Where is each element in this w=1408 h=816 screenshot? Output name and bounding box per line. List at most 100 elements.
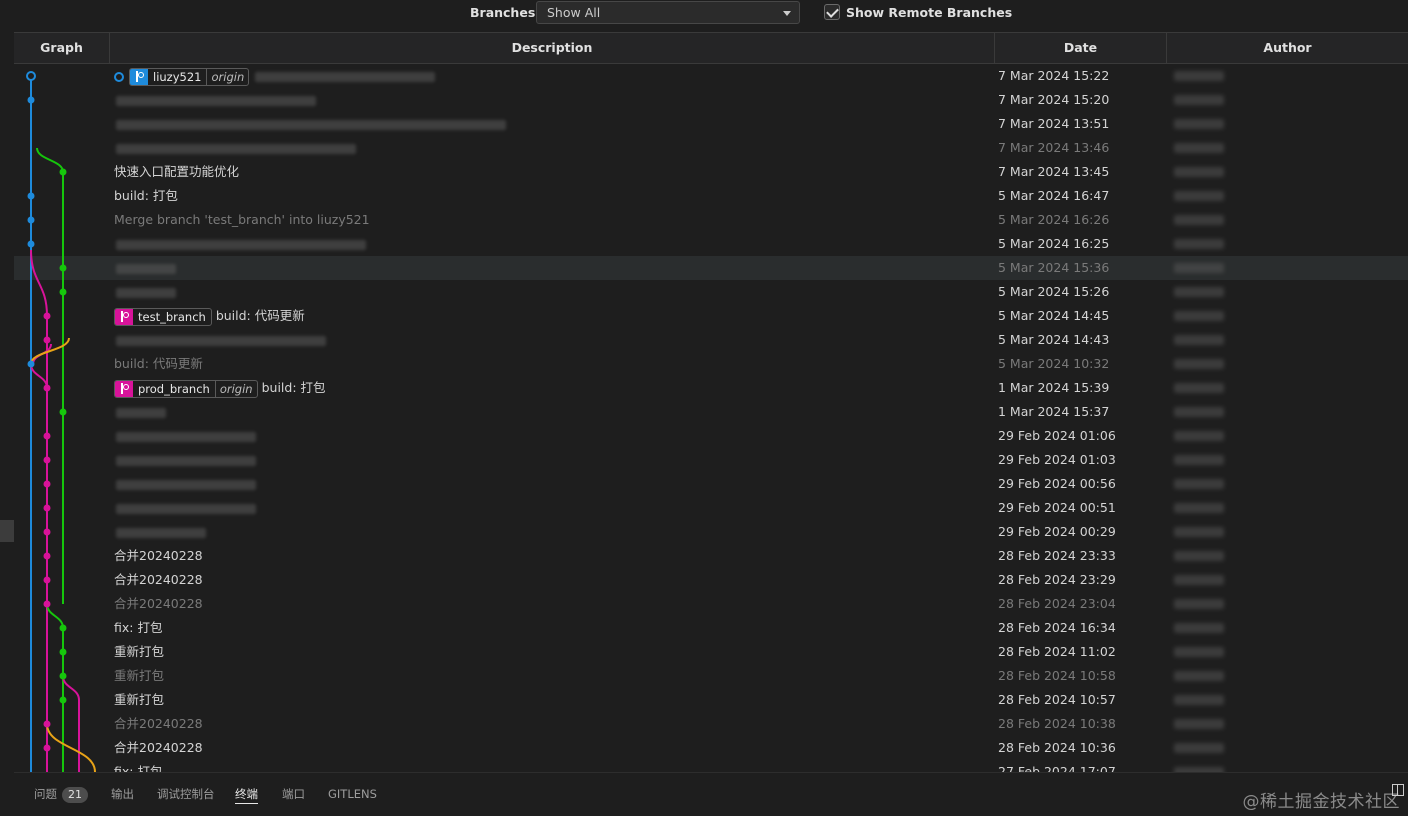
commit-row[interactable]: 合并20240228 28 Feb 2024 10:38 bbox=[14, 712, 1408, 736]
branch-badge[interactable]: prod_branch origin bbox=[114, 379, 258, 398]
commit-node[interactable] bbox=[43, 720, 51, 728]
commit-row[interactable]: 重新打包 28 Feb 2024 10:57 bbox=[14, 688, 1408, 712]
commit-node[interactable] bbox=[43, 528, 51, 536]
commit-node[interactable] bbox=[27, 216, 35, 224]
redacted-message bbox=[116, 407, 166, 418]
lane-magenta-merge-2 bbox=[30, 363, 48, 389]
commit-row[interactable]: 29 Feb 2024 01:03 bbox=[14, 448, 1408, 472]
commit-row[interactable]: build: 打包 5 Mar 2024 16:47 bbox=[14, 184, 1408, 208]
redacted-message bbox=[255, 71, 436, 82]
commit-row[interactable]: 1 Mar 2024 15:37 bbox=[14, 400, 1408, 424]
commit-date: 5 Mar 2024 14:45 bbox=[998, 308, 1110, 323]
commit-node[interactable] bbox=[27, 240, 35, 248]
show-remote-branches-checkbox[interactable] bbox=[824, 4, 840, 20]
commit-node[interactable] bbox=[43, 456, 51, 464]
commit-row[interactable]: test_branch build: 代码更新 5 Mar 2024 14:45 bbox=[14, 304, 1408, 328]
commit-node[interactable] bbox=[43, 552, 51, 560]
redacted-author bbox=[1174, 671, 1224, 681]
commit-row[interactable]: liuzy521 origin 7 Mar 2024 15:22 bbox=[14, 64, 1408, 88]
commit-node[interactable] bbox=[43, 480, 51, 488]
commit-node[interactable] bbox=[27, 96, 35, 104]
commit-row[interactable]: 合并20240228 28 Feb 2024 23:29 bbox=[14, 568, 1408, 592]
commit-description bbox=[114, 112, 506, 136]
commit-node[interactable] bbox=[43, 600, 51, 608]
commit-row[interactable]: 重新打包 28 Feb 2024 11:02 bbox=[14, 640, 1408, 664]
remote-origin-label: origin bbox=[206, 68, 248, 85]
commit-description: 快速入口配置功能优化 bbox=[114, 160, 239, 184]
commit-row[interactable]: 29 Feb 2024 00:56 bbox=[14, 472, 1408, 496]
commit-node[interactable] bbox=[43, 384, 51, 392]
column-header-description[interactable]: Description bbox=[110, 33, 995, 63]
lane-magenta-lower bbox=[62, 675, 80, 701]
column-header-date[interactable]: Date bbox=[995, 33, 1167, 63]
branches-dropdown[interactable]: Show All bbox=[536, 1, 800, 24]
redacted-author bbox=[1174, 239, 1224, 249]
branch-badge[interactable]: liuzy521 origin bbox=[129, 67, 250, 86]
commit-row[interactable]: 7 Mar 2024 13:46 bbox=[14, 136, 1408, 160]
show-remote-branches-label[interactable]: Show Remote Branches bbox=[846, 5, 1012, 20]
commit-row[interactable]: 5 Mar 2024 16:25 bbox=[14, 232, 1408, 256]
commit-row[interactable]: Merge branch 'test_branch' into liuzy521… bbox=[14, 208, 1408, 232]
commit-row[interactable]: 29 Feb 2024 01:06 bbox=[14, 424, 1408, 448]
commit-description bbox=[114, 256, 176, 280]
commit-date: 29 Feb 2024 01:06 bbox=[998, 428, 1116, 443]
column-header-graph[interactable]: Graph bbox=[14, 33, 110, 63]
commit-node[interactable] bbox=[43, 312, 51, 320]
commit-node[interactable] bbox=[26, 71, 36, 81]
commit-node[interactable] bbox=[43, 744, 51, 752]
commit-node[interactable] bbox=[59, 288, 67, 296]
commit-date: 5 Mar 2024 16:25 bbox=[998, 236, 1110, 251]
commit-date: 28 Feb 2024 10:57 bbox=[998, 692, 1116, 707]
commit-date: 7 Mar 2024 13:46 bbox=[998, 140, 1110, 155]
commit-description: prod_branch origin build: 打包 bbox=[114, 376, 326, 400]
commit-row[interactable]: 7 Mar 2024 15:20 bbox=[14, 88, 1408, 112]
tab-output[interactable]: 输出 bbox=[111, 784, 134, 804]
commit-node[interactable] bbox=[27, 360, 35, 368]
commit-node[interactable] bbox=[59, 168, 67, 176]
tab-terminal[interactable]: 终端 bbox=[235, 784, 258, 804]
commit-row[interactable]: fix: 打包 28 Feb 2024 16:34 bbox=[14, 616, 1408, 640]
column-header-author[interactable]: Author bbox=[1167, 33, 1408, 63]
commit-row[interactable]: 29 Feb 2024 00:29 bbox=[14, 520, 1408, 544]
redacted-author bbox=[1174, 527, 1224, 537]
commit-row[interactable]: 5 Mar 2024 15:36 bbox=[14, 256, 1408, 280]
commit-row[interactable]: prod_branch origin build: 打包 1 Mar 2024 15:… bbox=[14, 376, 1408, 400]
commit-row[interactable]: 29 Feb 2024 00:51 bbox=[14, 496, 1408, 520]
commit-row[interactable]: 快速入口配置功能优化 7 Mar 2024 13:45 bbox=[14, 160, 1408, 184]
commit-row[interactable]: 合并20240228 28 Feb 2024 23:04 bbox=[14, 592, 1408, 616]
commit-row[interactable]: build: 代码更新 5 Mar 2024 10:32 bbox=[14, 352, 1408, 376]
commit-row[interactable]: 合并20240228 28 Feb 2024 23:33 bbox=[14, 544, 1408, 568]
lane-green-lower-branch bbox=[46, 603, 64, 629]
commit-date: 5 Mar 2024 14:43 bbox=[998, 332, 1110, 347]
branch-badge[interactable]: test_branch bbox=[114, 307, 212, 326]
commit-node[interactable] bbox=[43, 336, 51, 344]
commit-row[interactable]: 5 Mar 2024 14:43 bbox=[14, 328, 1408, 352]
commit-date: 5 Mar 2024 15:26 bbox=[998, 284, 1110, 299]
commit-node[interactable] bbox=[27, 192, 35, 200]
commit-node[interactable] bbox=[59, 264, 67, 272]
commit-node[interactable] bbox=[59, 648, 67, 656]
commit-description: build: 打包 bbox=[114, 184, 178, 208]
commit-node[interactable] bbox=[59, 624, 67, 632]
tab-problems[interactable]: 问题 21 bbox=[34, 784, 88, 804]
commit-message: fix: 打包 bbox=[114, 764, 163, 772]
panel-layout-icon[interactable] bbox=[1392, 784, 1404, 796]
tab-ports[interactable]: 端口 bbox=[282, 784, 305, 804]
redacted-author bbox=[1174, 431, 1224, 441]
commit-node[interactable] bbox=[43, 504, 51, 512]
redacted-message bbox=[116, 527, 206, 538]
tab-debug-console[interactable]: 调试控制台 bbox=[157, 784, 215, 804]
commit-row[interactable]: 7 Mar 2024 13:51 bbox=[14, 112, 1408, 136]
commit-node[interactable] bbox=[43, 576, 51, 584]
commit-node[interactable] bbox=[59, 672, 67, 680]
commit-row[interactable]: 5 Mar 2024 15:26 bbox=[14, 280, 1408, 304]
tab-gitlens[interactable]: GITLENS bbox=[328, 784, 377, 804]
commit-row[interactable]: fix: 打包 27 Feb 2024 17:07 bbox=[14, 760, 1408, 772]
redacted-author bbox=[1174, 167, 1224, 177]
commit-row[interactable]: 重新打包 28 Feb 2024 10:58 bbox=[14, 664, 1408, 688]
commit-node[interactable] bbox=[59, 408, 67, 416]
commit-node[interactable] bbox=[43, 432, 51, 440]
commit-node[interactable] bbox=[59, 696, 67, 704]
commit-row[interactable]: 合并20240228 28 Feb 2024 10:36 bbox=[14, 736, 1408, 760]
watermark: @稀土掘金技术社区 bbox=[1242, 792, 1400, 812]
